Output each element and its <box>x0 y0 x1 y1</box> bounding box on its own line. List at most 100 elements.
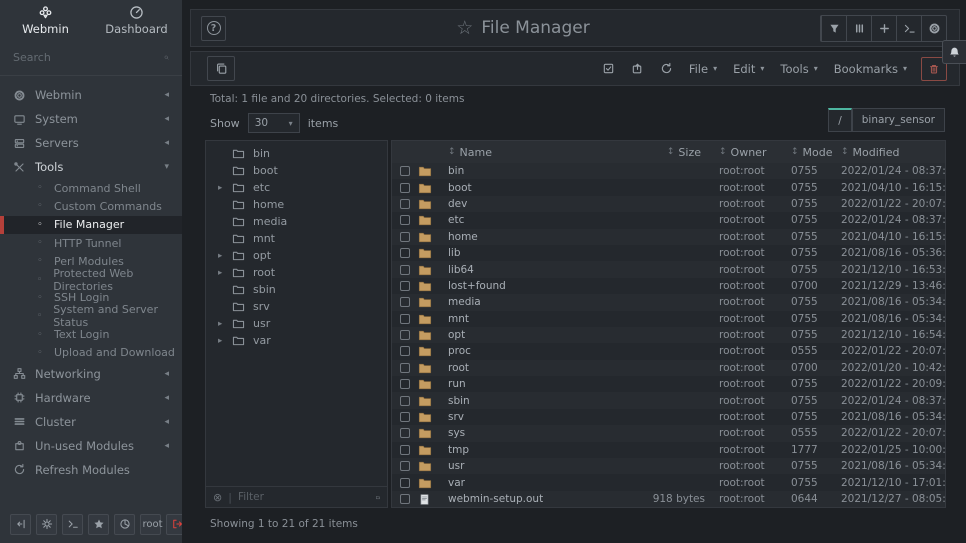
file-name[interactable]: webmin-setup.out <box>448 493 634 505</box>
sidebar-item-system[interactable]: System ◂ ▾ <box>0 107 182 131</box>
row-checkbox[interactable] <box>400 363 410 373</box>
tree-item[interactable]: ▸ boot <box>206 162 387 179</box>
file-menu[interactable]: File ▾ <box>681 56 725 81</box>
row-checkbox[interactable] <box>400 412 410 422</box>
sidebar-item-text-login[interactable]: ◦ Text Login <box>0 325 182 343</box>
sidebar-item-custom-commands[interactable]: ◦ Custom Commands <box>0 197 182 215</box>
tree-item[interactable]: ▸ media <box>206 213 387 230</box>
file-name[interactable]: bin <box>448 165 634 177</box>
table-row[interactable]: sbin root:root 0755 2022/01/24 - 08:37:3… <box>392 392 945 408</box>
table-row[interactable]: lib root:root 0755 2021/08/16 - 05:36:30 <box>392 245 945 261</box>
row-checkbox[interactable] <box>400 461 410 471</box>
file-name[interactable]: opt <box>448 329 634 341</box>
tree-item[interactable]: ▸ mnt <box>206 230 387 247</box>
collapse-sidebar-button[interactable] <box>10 514 31 535</box>
sidebar-item-networking[interactable]: Networking ◂ <box>0 362 182 386</box>
table-row[interactable]: opt root:root 0755 2021/12/10 - 16:54:57 <box>392 327 945 343</box>
expand-arrow-icon[interactable]: ▸ <box>218 268 232 278</box>
tools-menu[interactable]: Tools ▾ <box>772 56 825 81</box>
favorite-star-icon[interactable]: ☆ <box>456 17 473 39</box>
table-row[interactable]: boot root:root 0755 2021/04/10 - 16:15:0… <box>392 179 945 195</box>
sidebar-item-command-shell[interactable]: ◦ Command Shell <box>0 179 182 197</box>
file-name[interactable]: dev <box>448 198 634 210</box>
clear-filter-icon[interactable]: ⊗ <box>213 491 222 504</box>
table-row[interactable]: dev root:root 0755 2022/01/22 - 20:07:49 <box>392 196 945 212</box>
sidebar-item-hardware[interactable]: Hardware ◂ <box>0 386 182 410</box>
row-checkbox[interactable] <box>400 346 410 356</box>
refresh-button[interactable] <box>652 56 681 81</box>
expand-arrow-icon[interactable]: ▸ <box>218 336 232 346</box>
add-button[interactable] <box>871 16 896 41</box>
sidebar-item-upload-download[interactable]: ◦ Upload and Download <box>0 344 182 362</box>
row-checkbox[interactable] <box>400 166 410 176</box>
row-checkbox[interactable] <box>400 330 410 340</box>
select-all-button[interactable] <box>594 56 623 81</box>
column-header-size[interactable]: ↕ Size <box>634 146 719 159</box>
sidebar-item-protected-web-directories[interactable]: ◦ Protected Web Directories <box>0 270 182 288</box>
column-header-owner[interactable]: ↕ Owner <box>719 146 791 159</box>
table-row[interactable]: mnt root:root 0755 2021/08/16 - 05:34:12 <box>392 311 945 327</box>
stats-button[interactable] <box>114 514 135 535</box>
column-header-name[interactable]: ↕ Name <box>448 146 634 159</box>
sidebar-item-http-tunnel[interactable]: ◦ HTTP Tunnel <box>0 234 182 252</box>
row-checkbox[interactable] <box>400 183 410 193</box>
row-checkbox[interactable] <box>400 199 410 209</box>
file-name[interactable]: usr <box>448 460 634 472</box>
table-row[interactable]: srv root:root 0755 2021/08/16 - 05:34:12 <box>392 409 945 425</box>
table-row[interactable]: lib64 root:root 0755 2021/12/10 - 16:53:… <box>392 261 945 277</box>
table-row[interactable]: home root:root 0755 2021/04/10 - 16:15:0… <box>392 229 945 245</box>
file-name[interactable]: var <box>448 477 634 489</box>
file-name[interactable]: lib64 <box>448 264 634 276</box>
settings-button[interactable] <box>921 16 946 41</box>
row-checkbox[interactable] <box>400 494 410 504</box>
table-row[interactable]: run root:root 0755 2022/01/22 - 20:09:21 <box>392 376 945 392</box>
columns-button[interactable] <box>846 16 871 41</box>
file-name[interactable]: srv <box>448 411 634 423</box>
file-name[interactable]: run <box>448 378 634 390</box>
file-name[interactable]: lost+found <box>448 280 634 292</box>
file-name[interactable]: lib <box>448 247 634 259</box>
sidebar-item-system-server-status[interactable]: ◦ System and Server Status <box>0 307 182 325</box>
breadcrumb-binary-sensor[interactable]: binary_sensor <box>852 108 945 132</box>
file-name[interactable]: sys <box>448 427 634 439</box>
sidebar-item-unused-modules[interactable]: Un-used Modules ◂ <box>0 434 182 458</box>
row-checkbox[interactable] <box>400 265 410 275</box>
tree-item[interactable]: ▸ sbin <box>206 281 387 298</box>
tree-item[interactable]: ▸ srv <box>206 298 387 315</box>
file-name[interactable]: home <box>448 231 634 243</box>
row-checkbox[interactable] <box>400 281 410 291</box>
expand-arrow-icon[interactable]: ▸ <box>218 251 232 261</box>
row-checkbox[interactable] <box>400 314 410 324</box>
table-row[interactable]: root root:root 0700 2022/01/20 - 10:42:1… <box>392 360 945 376</box>
table-row[interactable]: etc root:root 0755 2022/01/24 - 08:37:42 <box>392 212 945 228</box>
file-name[interactable]: media <box>448 296 634 308</box>
tree-item[interactable]: ▸ home <box>206 196 387 213</box>
row-checkbox[interactable] <box>400 215 410 225</box>
row-checkbox[interactable] <box>400 478 410 488</box>
tab-dashboard[interactable]: Dashboard <box>91 0 182 40</box>
search-input[interactable] <box>13 51 158 64</box>
table-row[interactable]: proc root:root 0555 2022/01/22 - 20:07:4… <box>392 343 945 359</box>
favorites-button[interactable] <box>88 514 109 535</box>
breadcrumb-root[interactable]: / <box>828 108 852 132</box>
tree-item[interactable]: ▸ usr <box>206 315 387 332</box>
table-row[interactable]: tmp root:root 1777 2022/01/25 - 10:00:03 <box>392 442 945 458</box>
tree-item[interactable]: ▸ opt <box>206 247 387 264</box>
table-row[interactable]: bin root:root 0755 2022/01/24 - 08:37:31 <box>392 163 945 179</box>
page-size-select[interactable]: 30 ▾ <box>248 113 300 133</box>
tree-item[interactable]: ▸ var <box>206 332 387 349</box>
column-header-modified[interactable]: ↕ Modified <box>841 146 945 159</box>
table-row[interactable]: lost+found root:root 0700 2021/12/29 - 1… <box>392 278 945 294</box>
row-checkbox[interactable] <box>400 297 410 307</box>
sidebar-item-webmin[interactable]: Webmin ◂ ▾ <box>0 83 182 107</box>
tree-item[interactable]: ▸ root <box>206 264 387 281</box>
tree-filter-input[interactable] <box>238 491 370 503</box>
sidebar-item-refresh-modules[interactable]: Refresh Modules ◂ <box>0 458 182 482</box>
table-row[interactable]: sys root:root 0555 2022/01/22 - 20:07:40 <box>392 425 945 441</box>
edit-menu[interactable]: Edit ▾ <box>725 56 772 81</box>
file-name[interactable]: boot <box>448 182 634 194</box>
expand-arrow-icon[interactable]: ▸ <box>218 183 232 193</box>
row-checkbox[interactable] <box>400 232 410 242</box>
sidebar-item-file-manager[interactable]: ◦ File Manager <box>0 216 182 234</box>
column-header-mode[interactable]: ↕ Mode <box>791 146 841 159</box>
